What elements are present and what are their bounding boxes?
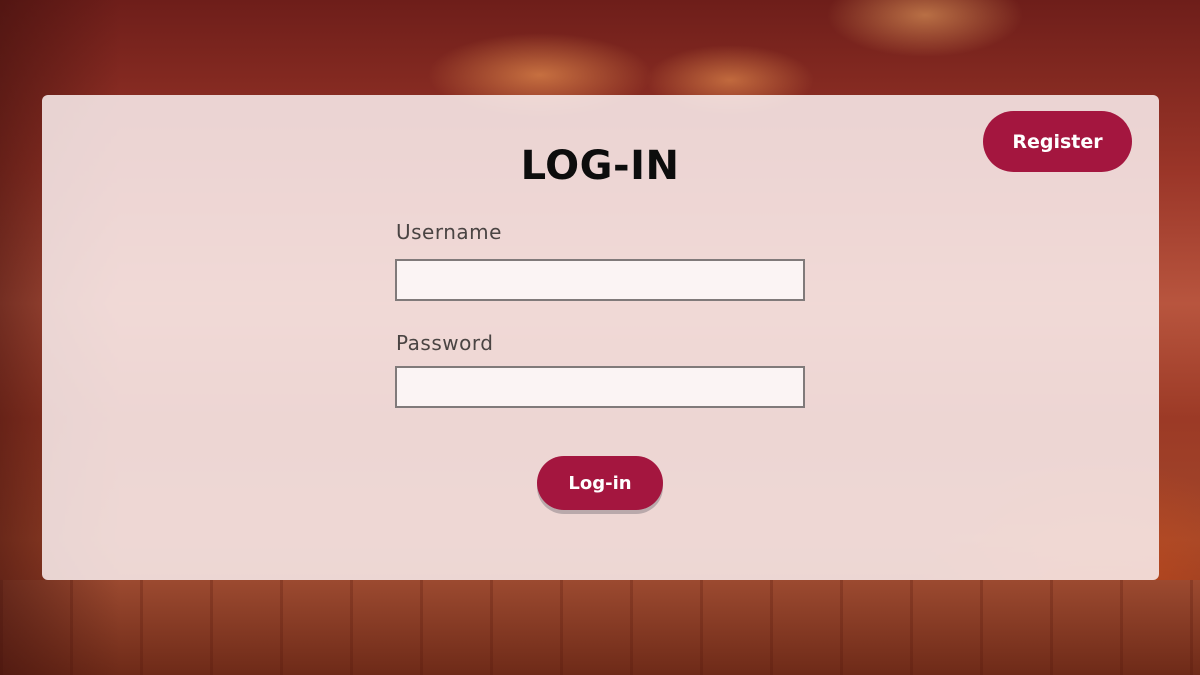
username-label: Username (396, 220, 502, 244)
password-label: Password (396, 331, 494, 355)
register-button[interactable]: Register (983, 111, 1132, 172)
password-input[interactable] (395, 366, 805, 408)
username-input[interactable] (395, 259, 805, 301)
login-button[interactable]: Log-in (537, 456, 663, 510)
page-title: LOG-IN (520, 143, 680, 189)
